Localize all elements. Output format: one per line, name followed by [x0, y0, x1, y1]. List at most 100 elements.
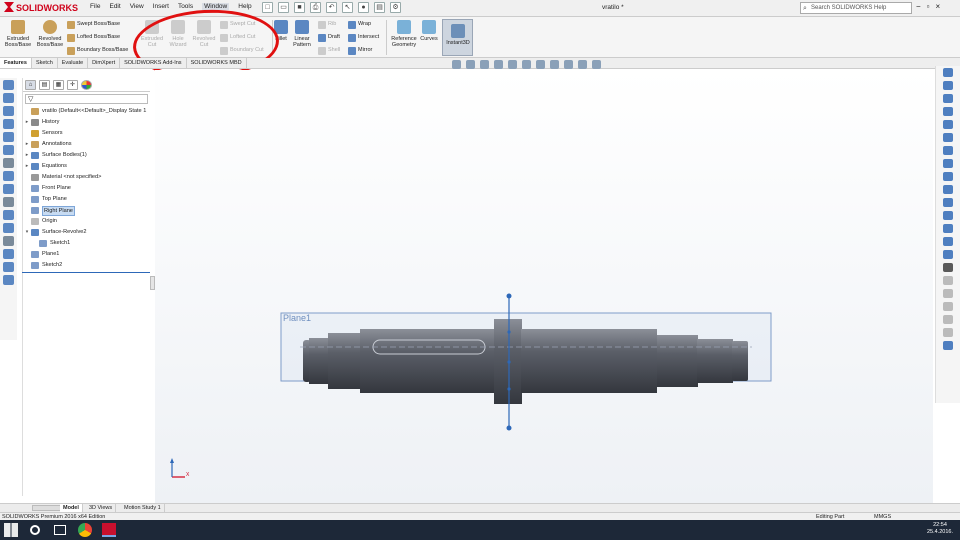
- chrome-icon[interactable]: [78, 523, 92, 537]
- linear-pattern-button[interactable]: Linear Pattern: [290, 20, 314, 48]
- swept-boss-button[interactable]: Swept Boss/Base: [67, 19, 120, 30]
- task-icon[interactable]: [943, 289, 953, 298]
- tree-item-equations[interactable]: ▸ Equations: [23, 161, 150, 172]
- menu-file[interactable]: File: [90, 3, 100, 10]
- tree-item-annotations[interactable]: ▸ Annotations: [23, 139, 150, 150]
- task-icon[interactable]: [943, 133, 953, 142]
- tool-icon[interactable]: [3, 249, 14, 259]
- task-icon[interactable]: [943, 250, 953, 259]
- menu-view[interactable]: View: [130, 3, 144, 10]
- dimxpert-manager-tab-icon[interactable]: ✛: [67, 80, 78, 90]
- graphics-area[interactable]: Plane1 X: [155, 70, 933, 503]
- boundary-boss-button[interactable]: Boundary Boss/Base: [67, 45, 128, 56]
- draft-button[interactable]: Draft: [318, 32, 340, 43]
- tree-item-plane1[interactable]: Plane1: [23, 249, 150, 260]
- tab-features[interactable]: Features: [0, 58, 32, 68]
- tree-item-surface-revolve2[interactable]: ▾ Surface-Revolve2: [23, 227, 150, 238]
- select-icon[interactable]: ↖: [342, 2, 353, 13]
- expand-toggle-icon[interactable]: ▾: [23, 227, 31, 238]
- options-icon[interactable]: ⚙: [390, 2, 401, 13]
- section-view-icon[interactable]: [494, 60, 503, 69]
- tree-item-top-plane[interactable]: Top Plane: [23, 194, 150, 205]
- rollback-bar[interactable]: [22, 272, 150, 273]
- task-icon[interactable]: [943, 224, 953, 233]
- tool-icon[interactable]: [3, 119, 14, 129]
- help-search-input[interactable]: ⌕ Search SOLIDWORKS Help: [800, 2, 912, 14]
- tool-icon[interactable]: [3, 223, 14, 233]
- previous-view-icon[interactable]: [480, 60, 489, 69]
- print-icon[interactable]: ⎙: [310, 2, 321, 13]
- task-icon[interactable]: [943, 198, 953, 207]
- feature-manager-tab-icon[interactable]: ⌂: [25, 80, 36, 90]
- search-icon[interactable]: [30, 525, 40, 535]
- tool-icon[interactable]: [3, 80, 14, 90]
- tree-filter-input[interactable]: ▽: [25, 94, 148, 104]
- task-icon[interactable]: [943, 237, 953, 246]
- task-icon[interactable]: [943, 211, 953, 220]
- display-manager-tab-icon[interactable]: [81, 80, 92, 90]
- mirror-button[interactable]: Mirror: [348, 45, 372, 56]
- task-icon[interactable]: [943, 185, 953, 194]
- zoom-fit-icon[interactable]: [452, 60, 461, 69]
- rebuild-icon[interactable]: ●: [358, 2, 369, 13]
- tool-icon[interactable]: [3, 106, 14, 116]
- task-icon[interactable]: [943, 68, 953, 77]
- tool-icon[interactable]: [3, 184, 14, 194]
- task-icon[interactable]: [943, 328, 953, 337]
- lofted-boss-button[interactable]: Lofted Boss/Base: [67, 32, 120, 43]
- system-clock[interactable]: 22:54 25.4.2016.: [922, 522, 958, 536]
- display-style-icon[interactable]: [522, 60, 531, 69]
- extruded-boss-button[interactable]: Extruded Boss/Base: [3, 20, 33, 48]
- wrap-button[interactable]: Wrap: [348, 19, 371, 30]
- tool-icon[interactable]: [3, 197, 14, 207]
- tab-mbd[interactable]: SOLIDWORKS MBD: [187, 58, 247, 68]
- edit-appearance-icon[interactable]: [550, 60, 559, 69]
- task-icon[interactable]: [943, 81, 953, 90]
- menu-insert[interactable]: Insert: [153, 3, 169, 10]
- configuration-manager-tab-icon[interactable]: ▦: [53, 80, 64, 90]
- task-icon[interactable]: [943, 159, 953, 168]
- tree-item-sensors[interactable]: Sensors: [23, 128, 150, 139]
- property-manager-tab-icon[interactable]: ▤: [39, 80, 50, 90]
- menu-help[interactable]: Help: [238, 3, 251, 10]
- tool-icon[interactable]: [3, 210, 14, 220]
- task-icon[interactable]: [943, 263, 953, 272]
- tool-icon[interactable]: [3, 132, 14, 142]
- view-settings-icon[interactable]: [578, 60, 587, 69]
- instant3d-button[interactable]: Instant3D: [442, 19, 473, 56]
- zoom-area-icon[interactable]: [466, 60, 475, 69]
- tree-item-origin[interactable]: Origin: [23, 216, 150, 227]
- new-icon[interactable]: □: [262, 2, 273, 13]
- tool-icon[interactable]: [3, 158, 14, 168]
- expand-toggle-icon[interactable]: ▸: [23, 139, 31, 150]
- tab-evaluate[interactable]: Evaluate: [58, 58, 89, 68]
- task-icon[interactable]: [943, 172, 953, 181]
- minimize-icon[interactable]: −: [916, 2, 921, 11]
- rib-button[interactable]: Rib: [318, 19, 336, 30]
- scene-icon[interactable]: [564, 60, 573, 69]
- task-icon[interactable]: [943, 341, 953, 350]
- tool-icon[interactable]: [3, 275, 14, 285]
- tool-icon[interactable]: [3, 262, 14, 272]
- display-pane-icon[interactable]: [592, 60, 601, 69]
- hide-show-icon[interactable]: [536, 60, 545, 69]
- solidworks-logo[interactable]: SOLIDWORKS: [4, 1, 84, 16]
- tool-icon[interactable]: [3, 93, 14, 103]
- tool-icon[interactable]: [3, 236, 14, 246]
- tree-item-right-plane[interactable]: Right Plane: [23, 205, 150, 216]
- task-icon[interactable]: [943, 146, 953, 155]
- menu-tools[interactable]: Tools: [178, 3, 193, 10]
- tree-root[interactable]: vratilo (Default<<Default>_Display State…: [23, 106, 150, 117]
- task-icon[interactable]: [943, 120, 953, 129]
- tree-item-front-plane[interactable]: Front Plane: [23, 183, 150, 194]
- view-orientation-icon[interactable]: [508, 60, 517, 69]
- model-view[interactable]: Plane1 X: [155, 70, 933, 503]
- undo-icon[interactable]: ↶: [326, 2, 337, 13]
- open-icon[interactable]: ▭: [278, 2, 289, 13]
- reference-geometry-button[interactable]: Reference Geometry: [390, 20, 418, 48]
- save-icon[interactable]: ■: [294, 2, 305, 13]
- tool-icon[interactable]: [3, 145, 14, 155]
- task-icon[interactable]: [943, 94, 953, 103]
- solidworks-taskbar-icon[interactable]: [102, 523, 116, 537]
- expand-toggle-icon[interactable]: ▸: [23, 117, 31, 128]
